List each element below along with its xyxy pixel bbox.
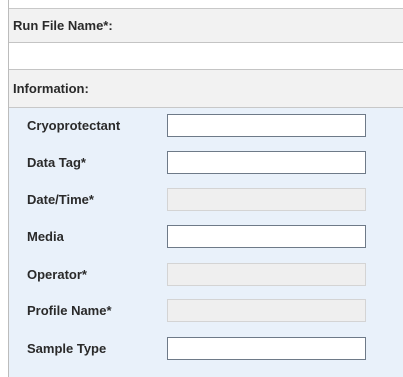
data-tag-row: Data Tag* <box>9 145 403 181</box>
information-form: Cryoprotectant Data Tag* Date/Time* Medi… <box>9 108 403 377</box>
date-time-input <box>167 188 366 211</box>
media-row: Media <box>9 219 403 255</box>
run-file-name-label: Run File Name*: <box>9 8 403 42</box>
data-tag-label: Data Tag* <box>27 155 86 170</box>
sample-type-row: Sample Type <box>9 331 403 367</box>
cryoprotectant-row: Cryoprotectant <box>9 108 403 144</box>
profile-name-row: Profile Name* <box>9 293 403 329</box>
sample-type-input[interactable] <box>167 337 366 360</box>
information-section-header: Information: <box>9 70 403 108</box>
run-file-name-input[interactable] <box>9 42 403 70</box>
cryoprotectant-input[interactable] <box>167 114 366 137</box>
sample-type-label: Sample Type <box>27 341 107 356</box>
media-label: Media <box>27 229 64 244</box>
operator-label: Operator* <box>27 267 87 282</box>
cryoprotectant-label: Cryoprotectant <box>27 118 121 133</box>
media-input[interactable] <box>167 225 366 248</box>
date-time-label: Date/Time* <box>27 192 94 207</box>
operator-input <box>167 263 366 286</box>
data-tag-input[interactable] <box>167 151 366 174</box>
run-details-panel: Run File Name*: Information: Cryoprotect… <box>8 0 403 377</box>
date-time-row: Date/Time* <box>9 182 403 218</box>
profile-name-label: Profile Name* <box>27 303 112 318</box>
profile-name-input <box>167 299 366 322</box>
operator-row: Operator* <box>9 257 403 293</box>
